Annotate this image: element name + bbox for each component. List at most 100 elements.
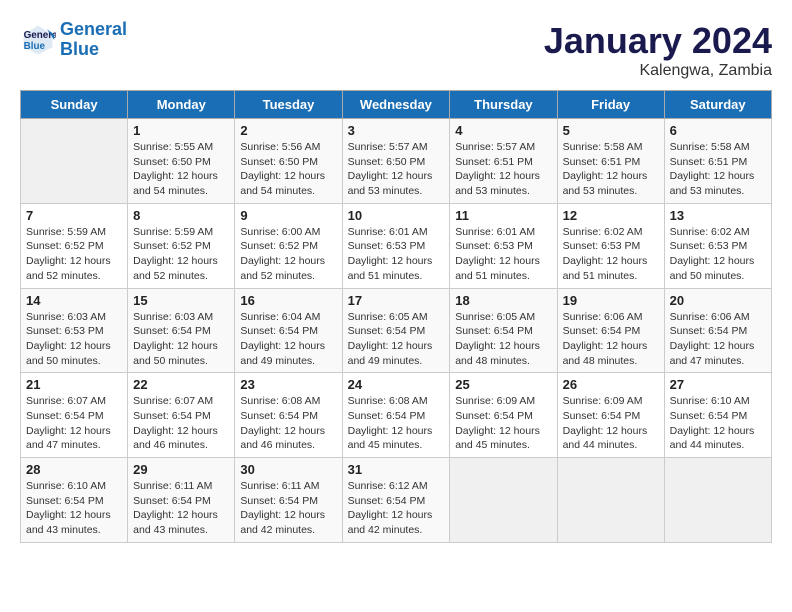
- day-number: 29: [133, 462, 229, 477]
- day-info: Sunrise: 6:10 AMSunset: 6:54 PMDaylight:…: [26, 479, 122, 538]
- day-info: Sunrise: 6:08 AMSunset: 6:54 PMDaylight:…: [240, 394, 336, 453]
- day-info: Sunrise: 5:58 AMSunset: 6:51 PMDaylight:…: [670, 140, 766, 199]
- day-number: 4: [455, 123, 551, 138]
- calendar-cell: 27 Sunrise: 6:10 AMSunset: 6:54 PMDayligh…: [664, 373, 771, 458]
- calendar-cell: 14 Sunrise: 6:03 AMSunset: 6:53 PMDayligh…: [21, 288, 128, 373]
- day-number: 18: [455, 293, 551, 308]
- calendar-cell: 8 Sunrise: 5:59 AMSunset: 6:52 PMDaylight…: [128, 203, 235, 288]
- calendar-cell: 1 Sunrise: 5:55 AMSunset: 6:50 PMDaylight…: [128, 119, 235, 204]
- calendar-cell: 25Sunrise: 6:09 AMSunset: 6:54 PMDayligh…: [450, 373, 557, 458]
- calendar-cell: 21 Sunrise: 6:07 AMSunset: 6:54 PMDayligh…: [21, 373, 128, 458]
- day-number: 31: [348, 462, 445, 477]
- calendar-body: 1 Sunrise: 5:55 AMSunset: 6:50 PMDaylight…: [21, 119, 772, 543]
- day-info: Sunrise: 6:07 AMSunset: 6:54 PMDaylight:…: [133, 394, 229, 453]
- day-number: 26: [563, 377, 659, 392]
- day-number: 27: [670, 377, 766, 392]
- calendar-cell: 5 Sunrise: 5:58 AMSunset: 6:51 PMDaylight…: [557, 119, 664, 204]
- title-block: January 2024 Kalengwa, Zambia: [544, 20, 772, 80]
- weekday-header-wednesday: Wednesday: [342, 91, 450, 119]
- calendar-cell: 20Sunrise: 6:06 AMSunset: 6:54 PMDayligh…: [664, 288, 771, 373]
- day-number: 6: [670, 123, 766, 138]
- day-number: 21: [26, 377, 122, 392]
- day-number: 1: [133, 123, 229, 138]
- day-number: 7: [26, 208, 122, 223]
- calendar-cell: 28 Sunrise: 6:10 AMSunset: 6:54 PMDayligh…: [21, 458, 128, 543]
- day-number: 2: [240, 123, 336, 138]
- day-number: 22: [133, 377, 229, 392]
- week-row-4: 21 Sunrise: 6:07 AMSunset: 6:54 PMDayligh…: [21, 373, 772, 458]
- day-info: Sunrise: 6:06 AMSunset: 6:54 PMDaylight:…: [563, 310, 659, 369]
- week-row-3: 14 Sunrise: 6:03 AMSunset: 6:53 PMDayligh…: [21, 288, 772, 373]
- day-number: 30: [240, 462, 336, 477]
- day-number: 20: [670, 293, 766, 308]
- day-number: 11: [455, 208, 551, 223]
- day-info: Sunrise: 6:01 AMSunset: 6:53 PMDaylight:…: [455, 225, 551, 284]
- day-number: 17: [348, 293, 445, 308]
- day-info: Sunrise: 6:11 AMSunset: 6:54 PMDaylight:…: [133, 479, 229, 538]
- calendar-cell: 11 Sunrise: 6:01 AMSunset: 6:53 PMDayligh…: [450, 203, 557, 288]
- calendar-cell: [664, 458, 771, 543]
- day-info: Sunrise: 6:12 AMSunset: 6:54 PMDaylight:…: [348, 479, 445, 538]
- weekday-header-friday: Friday: [557, 91, 664, 119]
- day-info: Sunrise: 5:57 AMSunset: 6:50 PMDaylight:…: [348, 140, 445, 199]
- logo-icon: General Blue: [20, 22, 56, 58]
- calendar-cell: 15Sunrise: 6:03 AMSunset: 6:54 PMDayligh…: [128, 288, 235, 373]
- day-info: Sunrise: 5:57 AMSunset: 6:51 PMDaylight:…: [455, 140, 551, 199]
- day-info: Sunrise: 6:04 AMSunset: 6:54 PMDaylight:…: [240, 310, 336, 369]
- weekday-header-sunday: Sunday: [21, 91, 128, 119]
- day-number: 5: [563, 123, 659, 138]
- day-number: 14: [26, 293, 122, 308]
- day-info: Sunrise: 6:01 AMSunset: 6:53 PMDaylight:…: [348, 225, 445, 284]
- calendar-cell: 17 Sunrise: 6:05 AMSunset: 6:54 PMDayligh…: [342, 288, 450, 373]
- day-info: Sunrise: 5:59 AMSunset: 6:52 PMDaylight:…: [26, 225, 122, 284]
- calendar-cell: [21, 119, 128, 204]
- day-number: 16: [240, 293, 336, 308]
- week-row-2: 7 Sunrise: 5:59 AMSunset: 6:52 PMDaylight…: [21, 203, 772, 288]
- day-info: Sunrise: 6:10 AMSunset: 6:54 PMDaylight:…: [670, 394, 766, 453]
- svg-text:General: General: [24, 30, 56, 41]
- calendar-table: SundayMondayTuesdayWednesdayThursdayFrid…: [20, 90, 772, 543]
- day-info: Sunrise: 6:02 AMSunset: 6:53 PMDaylight:…: [563, 225, 659, 284]
- calendar-cell: 3 Sunrise: 5:57 AMSunset: 6:50 PMDaylight…: [342, 119, 450, 204]
- day-info: Sunrise: 5:59 AMSunset: 6:52 PMDaylight:…: [133, 225, 229, 284]
- weekday-header-monday: Monday: [128, 91, 235, 119]
- calendar-cell: 22 Sunrise: 6:07 AMSunset: 6:54 PMDayligh…: [128, 373, 235, 458]
- calendar-cell: 18 Sunrise: 6:05 AMSunset: 6:54 PMDayligh…: [450, 288, 557, 373]
- calendar-cell: 29 Sunrise: 6:11 AMSunset: 6:54 PMDayligh…: [128, 458, 235, 543]
- day-number: 23: [240, 377, 336, 392]
- day-number: 10: [348, 208, 445, 223]
- logo-text: GeneralBlue: [60, 20, 127, 60]
- day-number: 24: [348, 377, 445, 392]
- calendar-cell: 13Sunrise: 6:02 AMSunset: 6:53 PMDayligh…: [664, 203, 771, 288]
- weekday-header-tuesday: Tuesday: [235, 91, 342, 119]
- day-info: Sunrise: 6:07 AMSunset: 6:54 PMDaylight:…: [26, 394, 122, 453]
- calendar-cell: 2Sunrise: 5:56 AMSunset: 6:50 PMDaylight…: [235, 119, 342, 204]
- day-number: 8: [133, 208, 229, 223]
- day-info: Sunrise: 6:05 AMSunset: 6:54 PMDaylight:…: [455, 310, 551, 369]
- day-number: 28: [26, 462, 122, 477]
- day-info: Sunrise: 6:00 AMSunset: 6:52 PMDaylight:…: [240, 225, 336, 284]
- calendar-cell: 16 Sunrise: 6:04 AMSunset: 6:54 PMDayligh…: [235, 288, 342, 373]
- day-number: 3: [348, 123, 445, 138]
- calendar-cell: 24 Sunrise: 6:08 AMSunset: 6:54 PMDayligh…: [342, 373, 450, 458]
- calendar-cell: [450, 458, 557, 543]
- calendar-cell: 31 Sunrise: 6:12 AMSunset: 6:54 PMDayligh…: [342, 458, 450, 543]
- day-info: Sunrise: 6:05 AMSunset: 6:54 PMDaylight:…: [348, 310, 445, 369]
- calendar-cell: 26Sunrise: 6:09 AMSunset: 6:54 PMDayligh…: [557, 373, 664, 458]
- day-info: Sunrise: 5:58 AMSunset: 6:51 PMDaylight:…: [563, 140, 659, 199]
- calendar-cell: 23 Sunrise: 6:08 AMSunset: 6:54 PMDayligh…: [235, 373, 342, 458]
- calendar-cell: 4 Sunrise: 5:57 AMSunset: 6:51 PMDaylight…: [450, 119, 557, 204]
- calendar-cell: [557, 458, 664, 543]
- calendar-cell: 30Sunrise: 6:11 AMSunset: 6:54 PMDayligh…: [235, 458, 342, 543]
- day-number: 9: [240, 208, 336, 223]
- day-info: Sunrise: 6:02 AMSunset: 6:53 PMDaylight:…: [670, 225, 766, 284]
- day-info: Sunrise: 6:08 AMSunset: 6:54 PMDaylight:…: [348, 394, 445, 453]
- calendar-cell: 19Sunrise: 6:06 AMSunset: 6:54 PMDayligh…: [557, 288, 664, 373]
- svg-text:Blue: Blue: [24, 41, 46, 52]
- weekday-header-thursday: Thursday: [450, 91, 557, 119]
- weekday-header-saturday: Saturday: [664, 91, 771, 119]
- day-info: Sunrise: 6:03 AMSunset: 6:53 PMDaylight:…: [26, 310, 122, 369]
- day-info: Sunrise: 5:55 AMSunset: 6:50 PMDaylight:…: [133, 140, 229, 199]
- logo: General Blue GeneralBlue: [20, 20, 127, 60]
- day-number: 15: [133, 293, 229, 308]
